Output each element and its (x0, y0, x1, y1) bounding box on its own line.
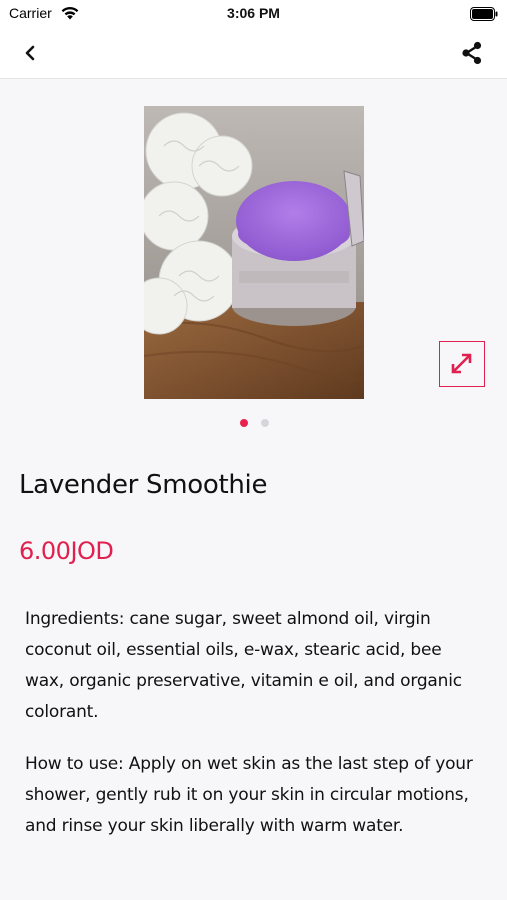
image-pager (0, 419, 507, 429)
product-photo (144, 106, 364, 399)
status-time: 3:06 PM (227, 5, 280, 21)
share-button[interactable] (458, 39, 486, 67)
status-bar: Carrier 3:06 PM (0, 0, 507, 28)
how-to-use-text: How to use: Apply on wet skin as the las… (25, 754, 473, 836)
battery-icon (470, 7, 498, 21)
share-icon (462, 41, 482, 65)
back-button[interactable] (18, 40, 44, 66)
chevron-left-icon (25, 45, 35, 61)
expand-arrows-icon (451, 353, 472, 374)
expand-image-button[interactable] (439, 341, 485, 387)
pager-dot-active[interactable] (240, 419, 248, 427)
pager-dot[interactable] (261, 419, 269, 427)
product-image[interactable] (144, 106, 364, 399)
product-title: Lavender Smoothie (19, 470, 268, 500)
navigation-bar (0, 28, 507, 79)
product-price: 6.00JOD (19, 537, 114, 565)
ingredients-text: Ingredients: cane sugar, sweet almond oi… (25, 609, 462, 722)
